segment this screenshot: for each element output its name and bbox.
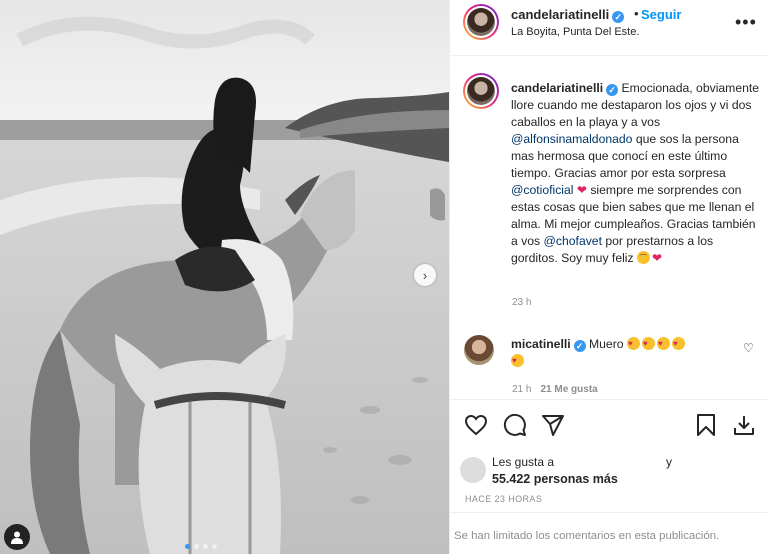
- post-location[interactable]: La Boyita, Punta Del Este.: [511, 26, 639, 38]
- caption-timestamp[interactable]: 23 h: [512, 297, 531, 308]
- more-options-icon[interactable]: •••: [735, 12, 757, 33]
- like-icon[interactable]: [464, 413, 488, 437]
- post-sidebar: candelariatinelli ✓ • Seguir La Boyita, P…: [449, 0, 767, 554]
- carousel-dot: [185, 544, 190, 549]
- verified-badge-icon: ✓: [573, 340, 586, 352]
- post-caption: candelariatinelli ✓ Emocionada, obviament…: [511, 80, 761, 267]
- comment-likes[interactable]: 21 Me gusta: [540, 384, 597, 395]
- comment: micatinelli ✓ Muero: [511, 335, 746, 370]
- carousel-indicator: [185, 544, 217, 549]
- caption-username[interactable]: candelariatinelli ✓: [511, 81, 619, 96]
- heart-emoji-icon: ❤: [652, 251, 663, 265]
- mention-link[interactable]: @cotioficial: [511, 183, 574, 197]
- save-icon[interactable]: [694, 413, 718, 437]
- mention-link[interactable]: @chofavet: [544, 234, 602, 248]
- commenter-avatar[interactable]: [464, 335, 494, 365]
- likes-prefix: Les gusta a: [492, 455, 555, 469]
- caption-avatar[interactable]: [463, 73, 499, 109]
- verified-badge-icon: ✓: [606, 84, 619, 96]
- likes-count[interactable]: 55.422 personas más: [492, 472, 618, 486]
- follow-button[interactable]: Seguir: [641, 7, 681, 22]
- carousel-dot: [194, 544, 199, 549]
- heart-eyes-emoji-icon: [656, 335, 670, 352]
- author-username[interactable]: candelariatinelli ✓: [511, 7, 625, 23]
- post-photo[interactable]: ›: [0, 0, 449, 554]
- smiling-face-emoji-icon: [637, 251, 650, 264]
- heart-eyes-emoji-icon: [626, 335, 640, 352]
- comment-timestamp[interactable]: 21 h: [512, 384, 531, 395]
- likes-summary: Les gusta a y: [492, 455, 672, 469]
- post-timestamp[interactable]: HACE 23 HORAS: [465, 494, 542, 504]
- liked-by-avatar[interactable]: [460, 457, 486, 483]
- person-icon: [11, 531, 23, 544]
- carousel-dot: [212, 544, 217, 549]
- likes-conjunction: y: [666, 455, 672, 469]
- action-bar: [450, 399, 767, 454]
- carousel-dot: [203, 544, 208, 549]
- tagged-users-button[interactable]: [4, 524, 30, 550]
- comment-text: Muero: [589, 337, 624, 351]
- heart-emoji-icon: ❤: [576, 183, 587, 197]
- comment-meta: 21 h 21 Me gusta: [512, 384, 598, 395]
- heart-eyes-emoji-icon: [671, 335, 685, 352]
- instagram-post: › candelariatinelli ✓ • Seguir La Boyita,…: [0, 0, 767, 554]
- heart-eyes-emoji-icon: [641, 335, 655, 352]
- comments-limited-notice: Se han limitado los comentarios en esta …: [450, 512, 767, 555]
- like-comment-icon[interactable]: ♡: [743, 341, 754, 355]
- comment-username[interactable]: micatinelli ✓: [511, 337, 586, 352]
- comments-limited-text: Se han limitado los comentarios en esta …: [454, 530, 720, 542]
- verified-badge-icon: ✓: [612, 11, 625, 23]
- download-icon[interactable]: [732, 413, 756, 437]
- author-avatar[interactable]: [463, 4, 499, 40]
- heart-eyes-emoji-icon: [511, 352, 524, 369]
- mention-link[interactable]: @alfonsinamaldonado: [511, 132, 632, 146]
- next-photo-button[interactable]: ›: [414, 264, 436, 286]
- post-header: candelariatinelli ✓ • Seguir La Boyita, P…: [450, 0, 767, 56]
- comment-icon[interactable]: [503, 413, 527, 437]
- share-icon[interactable]: [541, 413, 565, 437]
- beach-horse-photo: [0, 0, 449, 554]
- header-separator: •: [634, 6, 639, 21]
